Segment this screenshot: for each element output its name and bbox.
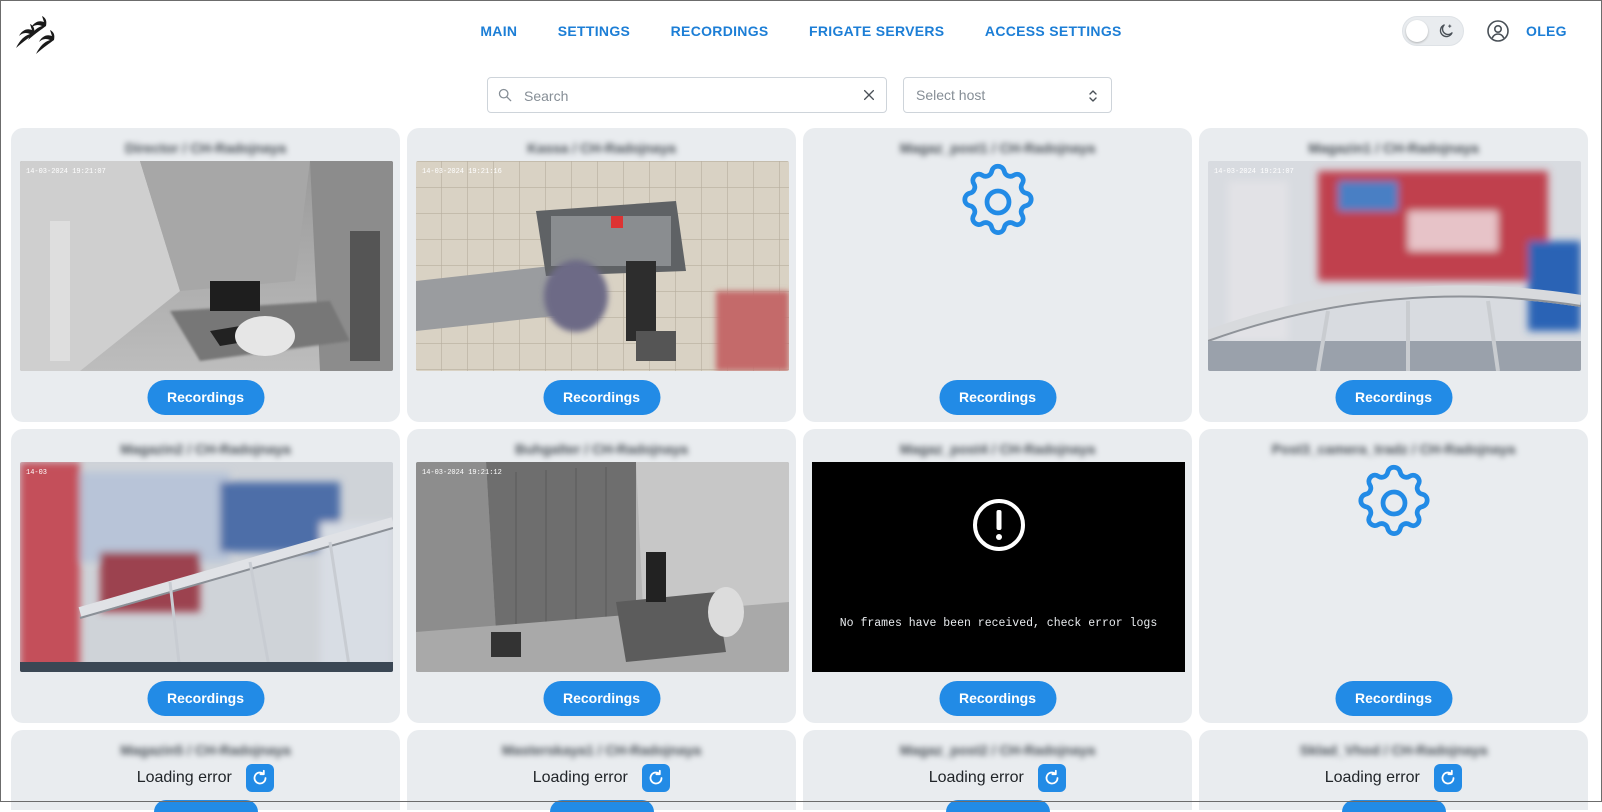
camera-title: Director / CH-Radoјnaya (124, 140, 287, 156)
search-icon (498, 88, 512, 102)
camera-card: Buhgalter / CH-Radoјnaya 14-03-2024 19:2… (407, 429, 796, 723)
loading-error-row: Loading error (11, 764, 400, 792)
camera-stream-image[interactable]: 14-03-2024 19:21:16 (416, 161, 789, 371)
host-select-placeholder: Select host (916, 87, 986, 103)
moon-icon (1439, 24, 1453, 38)
nav-access-settings[interactable]: ACCESS SETTINGS (985, 20, 1122, 42)
loading-error-text: Loading error (1324, 769, 1420, 786)
svg-text:14-03-2024 19:21:07: 14-03-2024 19:21:07 (1214, 168, 1294, 176)
camera-card: Magaz_post2 / CH-Radoјnaya Loading error (803, 730, 1192, 812)
svg-text:14-03: 14-03 (26, 469, 47, 477)
selector-chevrons-icon (1089, 90, 1097, 102)
refresh-icon (1441, 769, 1455, 785)
camera-card: Magaz_post1 / CH-Radoјnaya Recordings (803, 128, 1192, 422)
user-name[interactable]: OLEG (1526, 20, 1567, 42)
svg-text:14-03-2024 19:21:12: 14-03-2024 19:21:12 (422, 469, 502, 477)
theme-toggle[interactable] (1402, 16, 1464, 46)
nav-settings[interactable]: SETTINGS (558, 20, 630, 42)
recordings-button[interactable]: Recordings (938, 380, 1057, 415)
refresh-icon (1045, 769, 1059, 785)
recordings-button[interactable]: Recordings (542, 380, 661, 415)
toggle-knob (1406, 20, 1428, 42)
camera-stream-image[interactable]: 14-03-2024 19:21:07 (20, 161, 393, 371)
svg-text:14-03-2024 19:21:07: 14-03-2024 19:21:07 (26, 168, 106, 176)
host-select[interactable]: Select host (903, 77, 1112, 113)
camera-stream-image[interactable]: 14-03-2024 19:21:07 (1208, 161, 1581, 371)
camera-title: Magazin5 / CH-Radoјnaya (120, 742, 291, 758)
loading-error-row: Loading error (407, 764, 796, 792)
user-avatar-icon[interactable] (1486, 19, 1510, 43)
alert-circle-icon (973, 499, 1025, 551)
recordings-button[interactable]: Recordings (542, 681, 661, 716)
refresh-icon (649, 769, 663, 785)
nav-frigate-servers[interactable]: FRIGATE SERVERS (809, 20, 944, 42)
camera-stream-image[interactable]: 14-03 (20, 462, 393, 672)
camera-grid: Director / CH-Radoјnaya 14-03-2024 19:21… (10, 128, 1590, 812)
camera-title: Magazin1 / CH-Radoјnaya (1308, 140, 1479, 156)
camera-card: Magaz_post4 / CH-Radoјnaya No frames hav… (803, 429, 1192, 723)
loading-error-text: Loading error (928, 769, 1024, 786)
camera-card: Magazin2 / CH-Radoјnaya 14-03 Recordings (11, 429, 400, 723)
clear-search-icon[interactable] (862, 88, 876, 102)
loading-error-row: Loading error (1199, 764, 1588, 792)
camera-title: Buhgalter / CH-Radoјnaya (515, 441, 688, 457)
camera-title: Magazin2 / CH-Radoјnaya (120, 441, 291, 457)
camera-card: Director / CH-Radoјnaya 14-03-2024 19:21… (11, 128, 400, 422)
reload-button[interactable] (1038, 764, 1067, 792)
gear-icon (961, 163, 1034, 235)
nav-main[interactable]: MAIN (480, 20, 517, 42)
no-frames-message: No frames have been received, check erro… (839, 617, 1158, 630)
svg-text:14-03-2024 19:21:16: 14-03-2024 19:21:16 (422, 168, 502, 176)
camera-title: Post3_camera_tradz / CH-Radoјnaya (1271, 441, 1516, 457)
reload-button[interactable] (642, 764, 671, 792)
refresh-icon (253, 769, 267, 785)
recordings-button[interactable]: Recordings (146, 380, 265, 415)
gear-icon (1357, 464, 1430, 536)
no-frames-screen: No frames have been received, check erro… (812, 462, 1185, 672)
camera-card: Magazin5 / CH-Radoјnaya Loading error (11, 730, 400, 812)
search-input[interactable] (522, 78, 846, 114)
camera-stream-image[interactable]: 14-03-2024 19:21:12 (416, 462, 789, 672)
camera-card: Sklad_Vhod / CH-Radoјnaya Loading error (1199, 730, 1588, 812)
camera-title: Sklad_Vhod / CH-Radoјnaya (1299, 742, 1488, 758)
camera-title: Magaz_post1 / CH-Radoјnaya (899, 140, 1096, 156)
nav-recordings[interactable]: RECORDINGS (671, 20, 769, 42)
recordings-button[interactable]: Recordings (1334, 380, 1453, 415)
loading-error-text: Loading error (136, 769, 232, 786)
camera-title: Magaz_post2 / CH-Radoјnaya (899, 742, 1096, 758)
camera-title: Masterskaya1 / CH-Radoјnaya (501, 742, 702, 758)
main-nav: MAIN SETTINGS RECORDINGS FRIGATE SERVERS… (0, 20, 1602, 42)
recordings-button[interactable]: Recordings (938, 681, 1057, 716)
camera-card: Masterskaya1 / CH-Radoјnaya Loading erro… (407, 730, 796, 812)
search-box (487, 77, 887, 114)
loading-error-text: Loading error (532, 769, 628, 786)
camera-card: Kassa / CH-Radoјnaya 14-03-2024 19:21:16… (407, 128, 796, 422)
top-header: MAIN SETTINGS RECORDINGS FRIGATE SERVERS… (0, 0, 1602, 62)
camera-title: Magaz_post4 / CH-Radoјnaya (899, 441, 1096, 457)
reload-button[interactable] (246, 764, 275, 792)
loading-error-row: Loading error (803, 764, 1192, 792)
recordings-button[interactable]: Recordings (146, 681, 265, 716)
recordings-button[interactable]: Recordings (1334, 681, 1453, 716)
camera-card: Magazin1 / CH-Radoјnaya 14-03-2024 19:21… (1199, 128, 1588, 422)
reload-button[interactable] (1434, 764, 1463, 792)
camera-title: Kassa / CH-Radoјnaya (527, 140, 676, 156)
camera-card: Post3_camera_tradz / CH-Radoјnaya Record… (1199, 429, 1588, 723)
